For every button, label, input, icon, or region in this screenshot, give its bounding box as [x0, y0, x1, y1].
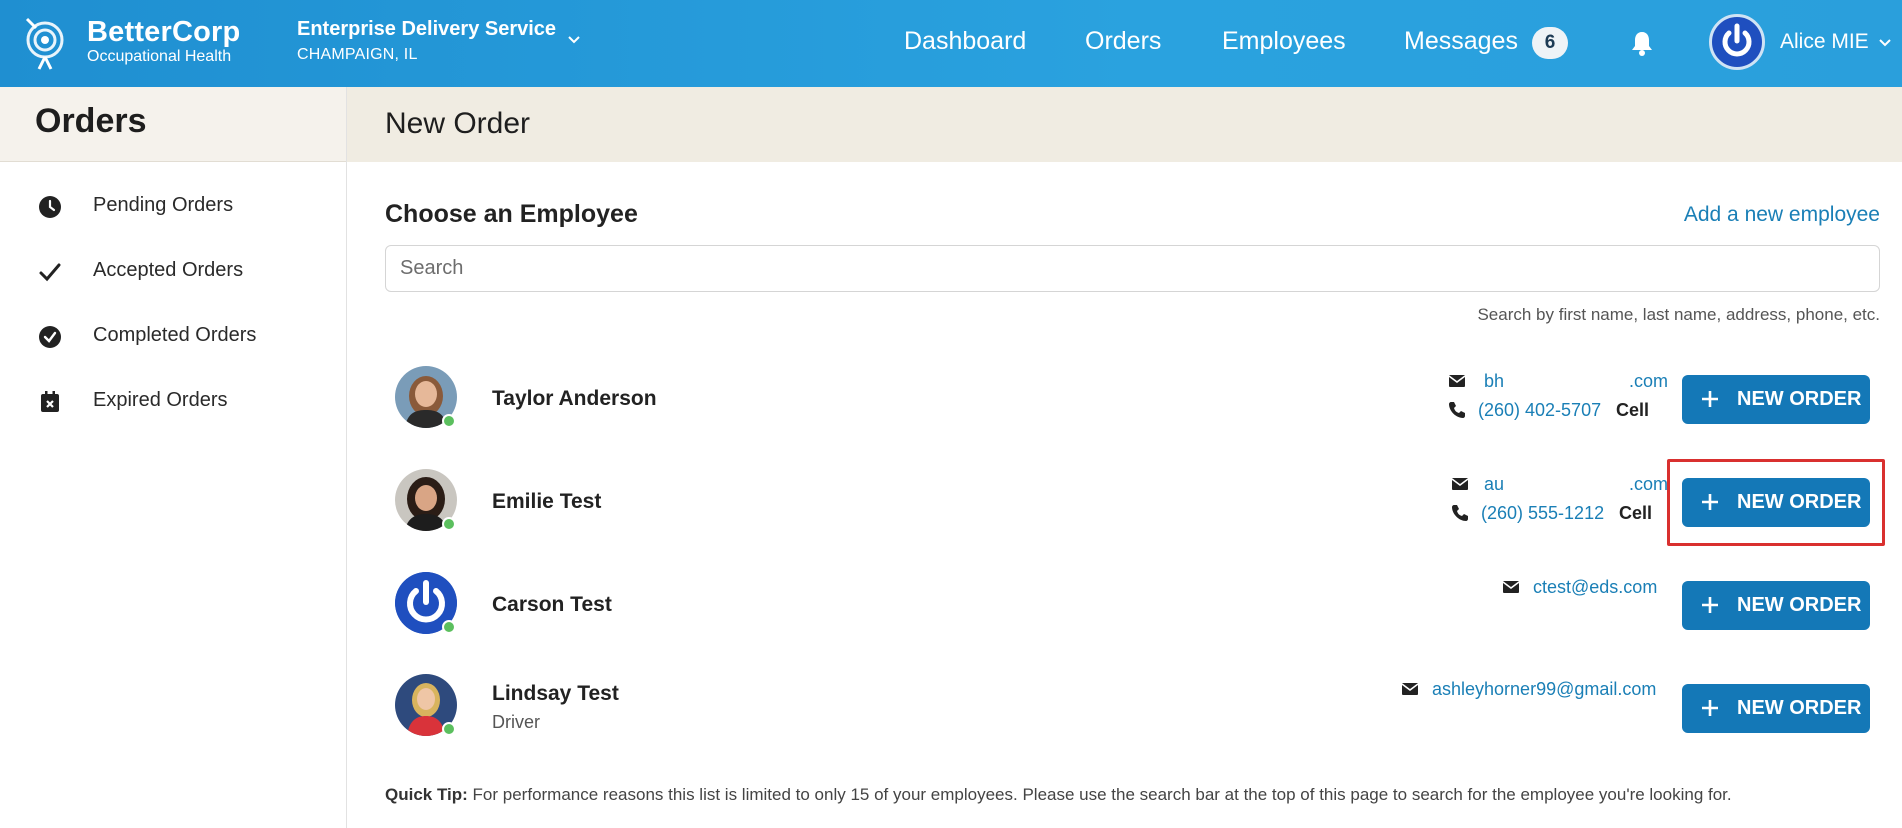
add-new-employee-link[interactable]: Add a new employee [1684, 203, 1880, 227]
phone-icon [1452, 505, 1468, 521]
sidebar-item-expired-orders[interactable]: Expired Orders [36, 384, 336, 418]
calendar-x-icon [41, 391, 59, 412]
brand-subtitle: Occupational Health [87, 48, 232, 65]
new-order-button[interactable]: NEW ORDER [1682, 581, 1870, 630]
quick-tip-text: For performance reasons this list is lim… [472, 785, 1732, 804]
envelope-icon [1401, 683, 1419, 695]
button-label: NEW ORDER [1737, 594, 1862, 616]
online-status-indicator [442, 414, 456, 428]
user-avatar[interactable] [1709, 14, 1765, 70]
organization-switcher[interactable]: Enterprise Delivery Service CHAMPAIGN, I… [297, 18, 556, 64]
nav-employees[interactable]: Employees [1222, 27, 1346, 56]
sidebar-item-label: Completed Orders [93, 324, 257, 346]
button-label: NEW ORDER [1737, 697, 1862, 719]
button-label: NEW ORDER [1737, 388, 1862, 410]
employee-role: Driver [492, 712, 540, 732]
plus-icon [1702, 597, 1718, 613]
employee-email[interactable]: au .com [1481, 474, 1668, 495]
organization-location: CHAMPAIGN, IL [297, 46, 418, 63]
envelope-icon [1502, 581, 1520, 593]
phone-icon [1449, 402, 1465, 418]
employee-name[interactable]: Taylor Anderson [492, 387, 657, 411]
new-order-button[interactable]: NEW ORDER [1682, 375, 1870, 424]
employee-phone[interactable]: (260) 555-1212 [1481, 503, 1604, 524]
employee-row: Emilie Test au .com (260) 555-1212 Cell … [385, 457, 1882, 547]
quick-tip: Quick Tip: For performance reasons this … [385, 785, 1732, 805]
quick-tip-label: Quick Tip: [385, 785, 468, 804]
online-status-indicator [442, 722, 456, 736]
new-order-button[interactable]: NEW ORDER [1682, 478, 1870, 527]
employee-email[interactable]: bh .com [1478, 371, 1668, 392]
top-navbar: BetterCorp Occupational Health Enterpris… [0, 0, 1902, 87]
new-order-button[interactable]: NEW ORDER [1682, 684, 1870, 733]
sidebar-item-label: Accepted Orders [93, 259, 244, 281]
plus-icon [1702, 700, 1718, 716]
sidebar-header: Orders [0, 87, 346, 162]
employee-name[interactable]: Emilie Test [492, 490, 601, 514]
sidebar-title: Orders [35, 102, 147, 140]
employee-row: Lindsay Test Driver ashleyhorner99@gmail… [385, 662, 1882, 752]
envelope-icon [1448, 375, 1466, 387]
bettercorp-logo-icon[interactable] [22, 14, 68, 70]
envelope-icon [1451, 478, 1469, 490]
nav-orders[interactable]: Orders [1085, 27, 1161, 56]
bell-icon[interactable] [1628, 29, 1656, 57]
check-circle-icon [39, 326, 61, 348]
phone-type-label: Cell [1616, 400, 1650, 420]
section-title: Choose an Employee [385, 200, 638, 228]
sidebar-item-label: Pending Orders [93, 194, 234, 216]
employee-row: Taylor Anderson bh .com (260) 402-5707 C… [385, 354, 1882, 444]
search-hint: Search by first name, last name, address… [1477, 305, 1880, 324]
employee-phone[interactable]: (260) 402-5707 [1478, 400, 1601, 421]
employee-row: Carson Test ctest@eds.com NEW ORDER [385, 560, 1882, 650]
online-status-indicator [442, 620, 456, 634]
sidebar-item-label: Expired Orders [93, 389, 228, 411]
employee-name[interactable]: Lindsay Test [492, 682, 619, 706]
employee-search-input[interactable] [385, 245, 1880, 292]
messages-count-badge: 6 [1532, 27, 1568, 59]
sidebar-item-accepted-orders[interactable]: Accepted Orders [36, 254, 336, 288]
nav-messages[interactable]: Messages [1404, 27, 1518, 56]
page-header: New Order [347, 87, 1902, 162]
phone-type-label: Cell [1619, 503, 1653, 523]
clock-icon [39, 196, 61, 218]
employee-email[interactable]: ashleyhorner99@gmail.com [1432, 679, 1656, 700]
employee-email[interactable]: ctest@eds.com [1533, 577, 1657, 598]
sidebar-item-completed-orders[interactable]: Completed Orders [36, 319, 336, 353]
brand-name: BetterCorp [87, 16, 241, 48]
checkmark-icon [39, 263, 61, 282]
plus-icon [1702, 391, 1718, 407]
plus-icon [1702, 494, 1718, 510]
chevron-down-icon[interactable] [1877, 35, 1893, 51]
button-label: NEW ORDER [1737, 491, 1862, 513]
chevron-down-icon[interactable] [566, 32, 582, 48]
employee-name[interactable]: Carson Test [492, 593, 612, 617]
nav-dashboard[interactable]: Dashboard [904, 27, 1026, 56]
organization-name: Enterprise Delivery Service [297, 18, 557, 40]
power-logo-icon [1721, 23, 1753, 58]
online-status-indicator [442, 517, 456, 531]
orders-sidebar: Orders Pending Orders Accepted Orders Co… [0, 87, 347, 828]
page-title: New Order [385, 107, 531, 140]
user-name[interactable]: Alice MIE [1780, 30, 1869, 54]
sidebar-item-pending-orders[interactable]: Pending Orders [36, 189, 336, 223]
